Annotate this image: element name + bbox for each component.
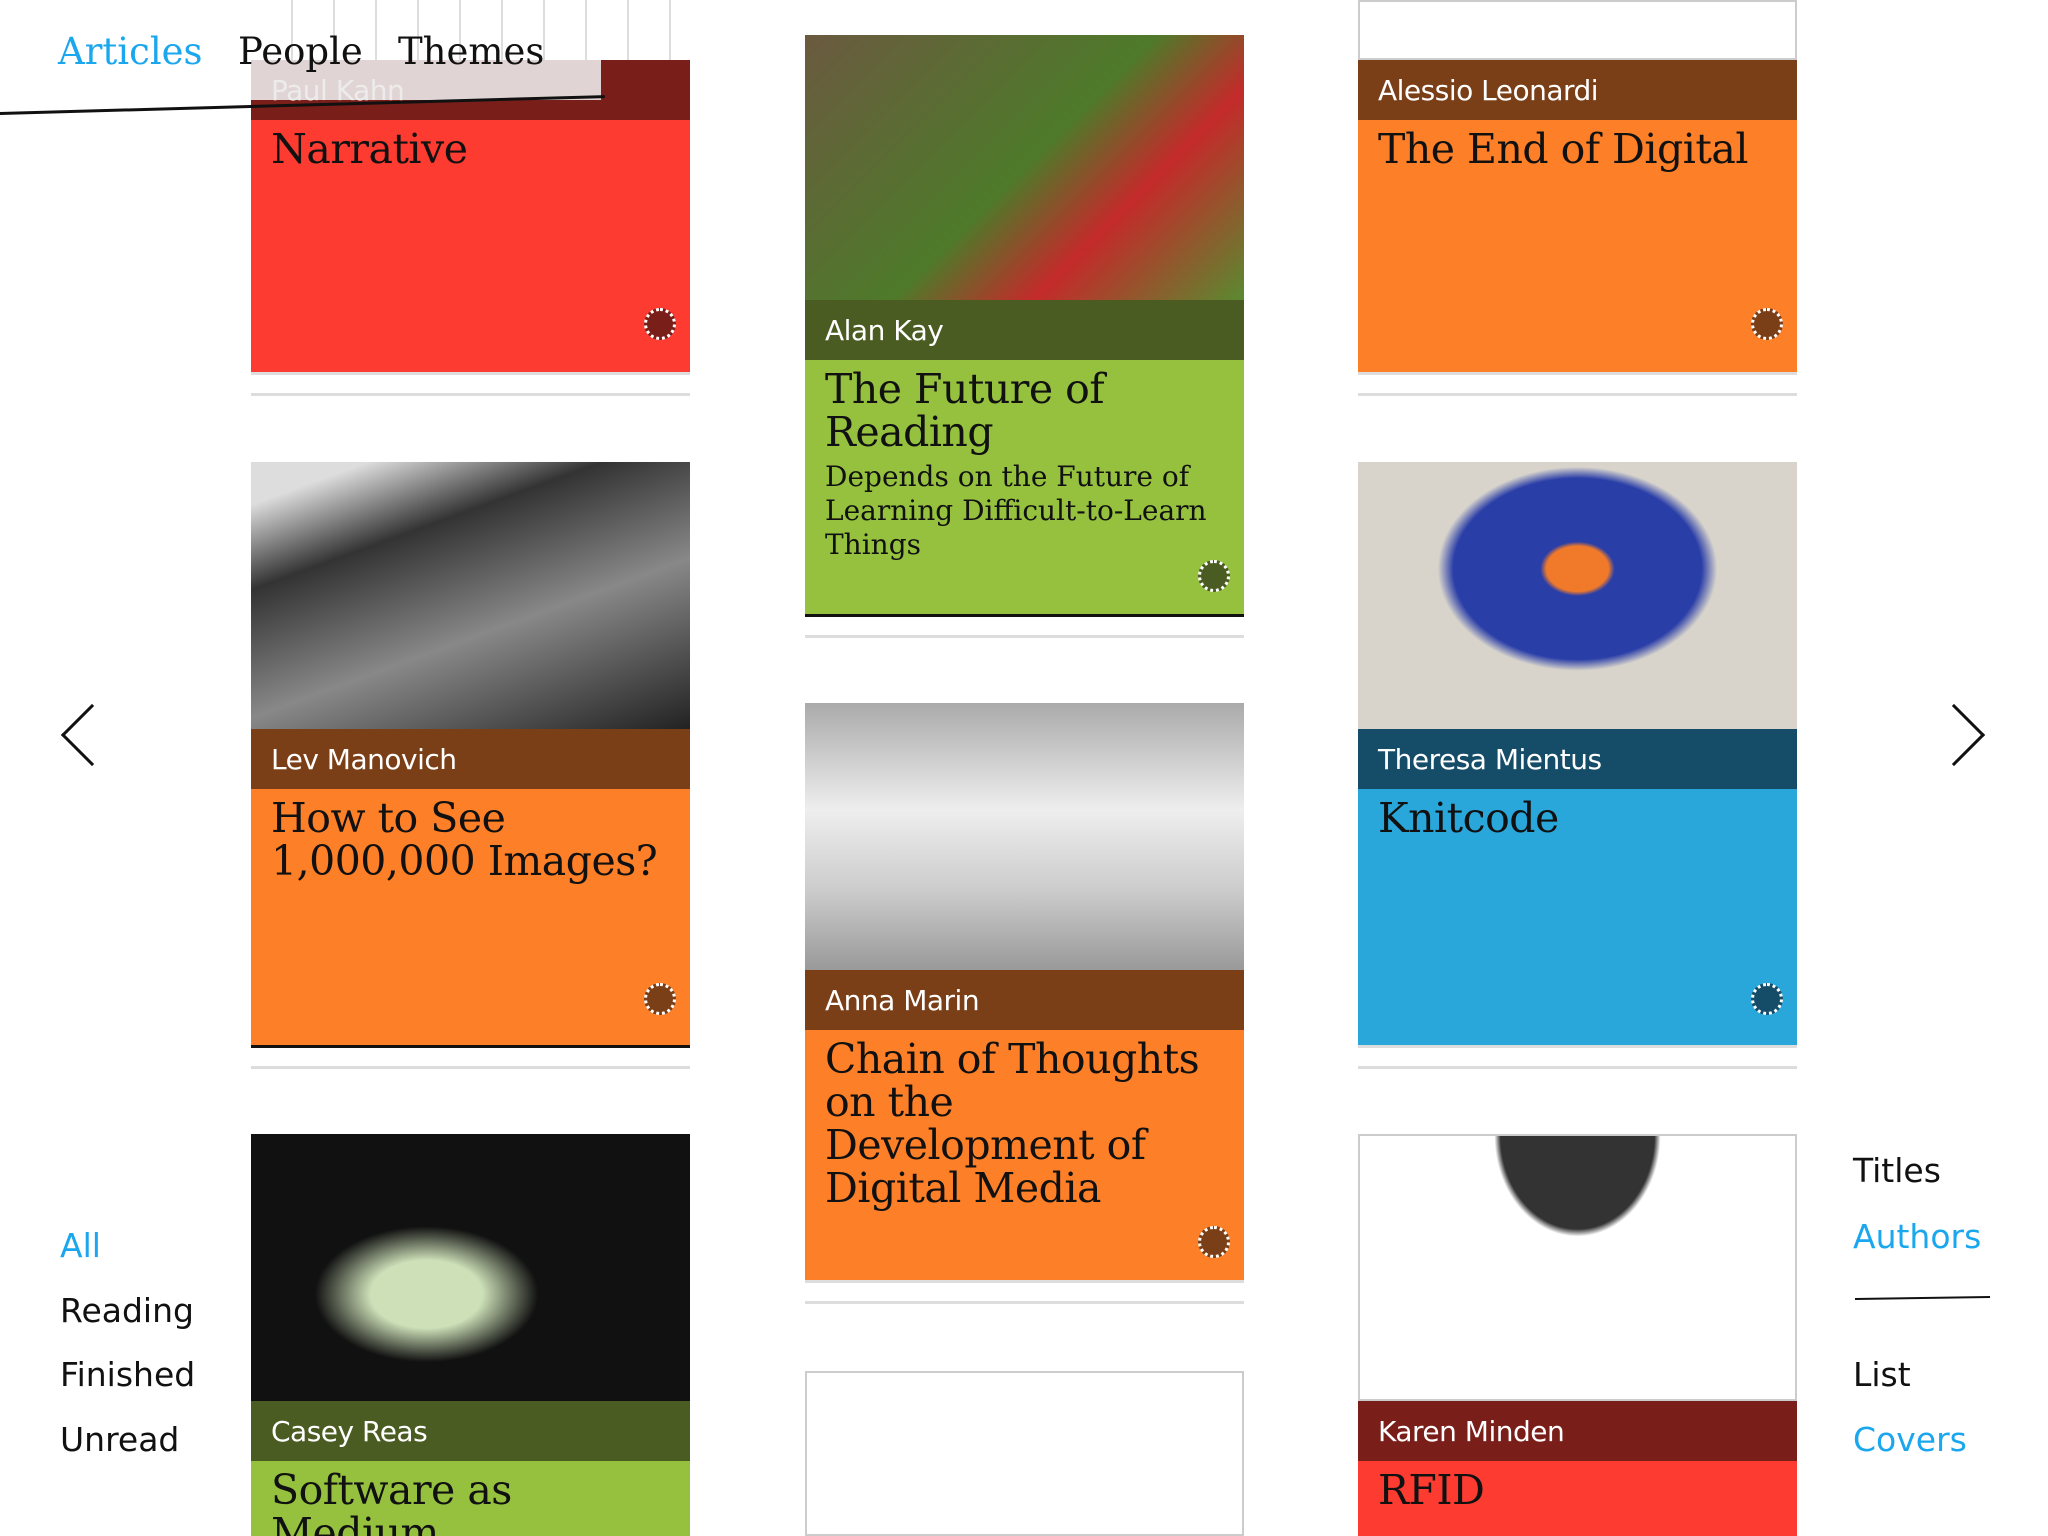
article-title: The End of Digital — [1378, 125, 1748, 173]
article-card-chain-of-thoughts[interactable]: Anna Marin Chain of Thoughts on the Deve… — [805, 703, 1244, 1313]
card-body: The Future of Reading Depends on the Futu… — [805, 360, 1244, 614]
filter-all[interactable]: All — [60, 1226, 101, 1265]
page-stack — [805, 614, 1244, 638]
cover-image — [1358, 0, 1797, 60]
card-body: RFID — [1358, 1461, 1797, 1536]
article-title: Knitcode — [1378, 794, 1559, 842]
tab-articles[interactable]: Articles — [58, 30, 203, 73]
filter-unread[interactable]: Unread — [60, 1420, 179, 1459]
article-card-end-of-digital[interactable]: Alessio Leonardi The End of Digital — [1358, 0, 1797, 400]
article-title: The Future of Reading — [825, 365, 1105, 456]
author-label: Karen Minden — [1358, 1401, 1797, 1461]
progress-icon — [1198, 560, 1230, 592]
card-body: How to See 1,000,000 Images? — [251, 789, 690, 1045]
article-card-knitcode[interactable]: Theresa Mientus Knitcode — [1358, 462, 1797, 1082]
author-label: Anna Marin — [805, 970, 1244, 1030]
author-label: Casey Reas — [251, 1401, 690, 1461]
progress-icon — [644, 983, 676, 1015]
author-label: Lev Manovich — [251, 729, 690, 789]
card-body: The End of Digital — [1358, 120, 1797, 372]
author-label: Alessio Leonardi — [1358, 60, 1797, 120]
page-stack — [1358, 372, 1797, 396]
progress-icon — [644, 308, 676, 340]
cover-image — [251, 462, 690, 729]
page-stack — [1358, 1045, 1797, 1069]
view-list[interactable]: List — [1853, 1355, 1911, 1394]
article-card-sketch[interactable] — [805, 1371, 1244, 1536]
article-card-how-to-see[interactable]: Lev Manovich How to See 1,000,000 Images… — [251, 462, 690, 1082]
progress-icon — [1751, 308, 1783, 340]
article-card-rfid[interactable]: Karen Minden RFID — [1358, 1134, 1797, 1536]
previous-arrow-icon[interactable] — [60, 703, 124, 767]
article-title: Narrative — [271, 125, 468, 173]
next-arrow-icon[interactable] — [1922, 703, 1986, 767]
page-stack — [251, 372, 690, 396]
cover-image — [251, 1134, 690, 1401]
page-stack — [805, 1280, 1244, 1304]
card-body: Software as Medium — [251, 1461, 690, 1536]
card-body: Narrative — [251, 120, 690, 372]
card-body: Chain of Thoughts on the Development of … — [805, 1030, 1244, 1280]
cover-image — [805, 35, 1244, 300]
filter-finished[interactable]: Finished — [60, 1355, 195, 1394]
cover-image — [1358, 462, 1797, 729]
cover-image — [805, 703, 1244, 970]
page-stack — [251, 1045, 690, 1069]
article-title: RFID — [1378, 1466, 1485, 1514]
cover-image — [1358, 1134, 1797, 1401]
article-title: Chain of Thoughts on the Development of … — [825, 1035, 1200, 1212]
author-label: Alan Kay — [805, 300, 1244, 360]
article-card-software-as-medium[interactable]: Casey Reas Software as Medium — [251, 1134, 690, 1536]
author-label: Theresa Mientus — [1358, 729, 1797, 789]
article-card-future-of-reading[interactable]: Alan Kay The Future of Reading Depends on… — [805, 35, 1244, 665]
progress-icon — [1198, 1226, 1230, 1258]
cover-image — [805, 1371, 1244, 1536]
progress-icon — [1751, 983, 1783, 1015]
sort-authors[interactable]: Authors — [1853, 1217, 1981, 1256]
article-title: How to See 1,000,000 Images? — [271, 794, 658, 885]
options-divider — [1854, 1296, 1991, 1300]
filter-reading[interactable]: Reading — [60, 1291, 194, 1330]
article-subtitle: Depends on the Future of Learning Diffic… — [825, 460, 1207, 561]
card-body: Knitcode — [1358, 789, 1797, 1045]
view-covers[interactable]: Covers — [1853, 1420, 1967, 1459]
sort-titles[interactable]: Titles — [1853, 1151, 1941, 1190]
article-title: Software as Medium — [271, 1466, 512, 1536]
tab-people[interactable]: People — [238, 30, 363, 73]
tab-themes[interactable]: Themes — [398, 30, 544, 73]
